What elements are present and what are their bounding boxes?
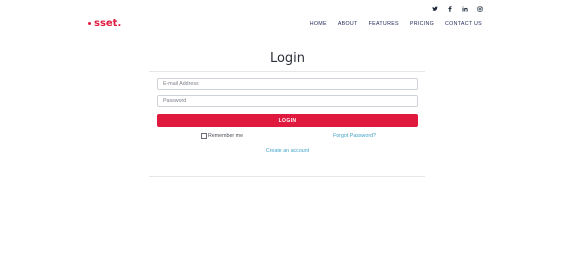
forgot-password-link[interactable]: Forgot Password? (333, 133, 376, 139)
divider-top (149, 71, 425, 72)
nav-item-pricing[interactable]: PRICING (410, 21, 434, 27)
nav-item-contact-us[interactable]: CONTACT US (445, 21, 482, 27)
create-account-link[interactable]: Create an account (266, 148, 309, 154)
linkedin-icon[interactable] (462, 6, 470, 14)
email-field[interactable] (157, 78, 418, 90)
nav-item-features[interactable]: FEATURES (369, 21, 399, 27)
page: sset. HOME ABOUT FEATURES PRICING CONTAC… (0, 0, 575, 258)
create-account-row: Create an account (0, 148, 575, 154)
page-title: Login (269, 51, 306, 66)
nav-item-about[interactable]: ABOUT (338, 21, 358, 27)
login-button[interactable]: LOGIN (157, 114, 418, 127)
main-nav: HOME ABOUT FEATURES PRICING CONTACT US (310, 21, 482, 27)
password-field[interactable] (157, 95, 418, 107)
nav-item-home[interactable]: HOME (310, 21, 327, 27)
twitter-icon[interactable] (432, 6, 440, 14)
brand-logo[interactable]: sset. (88, 18, 121, 29)
divider-bottom (149, 176, 425, 177)
instagram-icon[interactable] (477, 6, 485, 14)
remember-checkbox[interactable] (201, 133, 207, 139)
logo-text: sset. (94, 18, 122, 29)
facebook-icon[interactable] (447, 6, 455, 14)
remember-label: Remember me (208, 133, 244, 139)
social-links (432, 6, 485, 14)
logo-dot (88, 22, 91, 25)
remember-me[interactable]: Remember me (201, 133, 243, 139)
